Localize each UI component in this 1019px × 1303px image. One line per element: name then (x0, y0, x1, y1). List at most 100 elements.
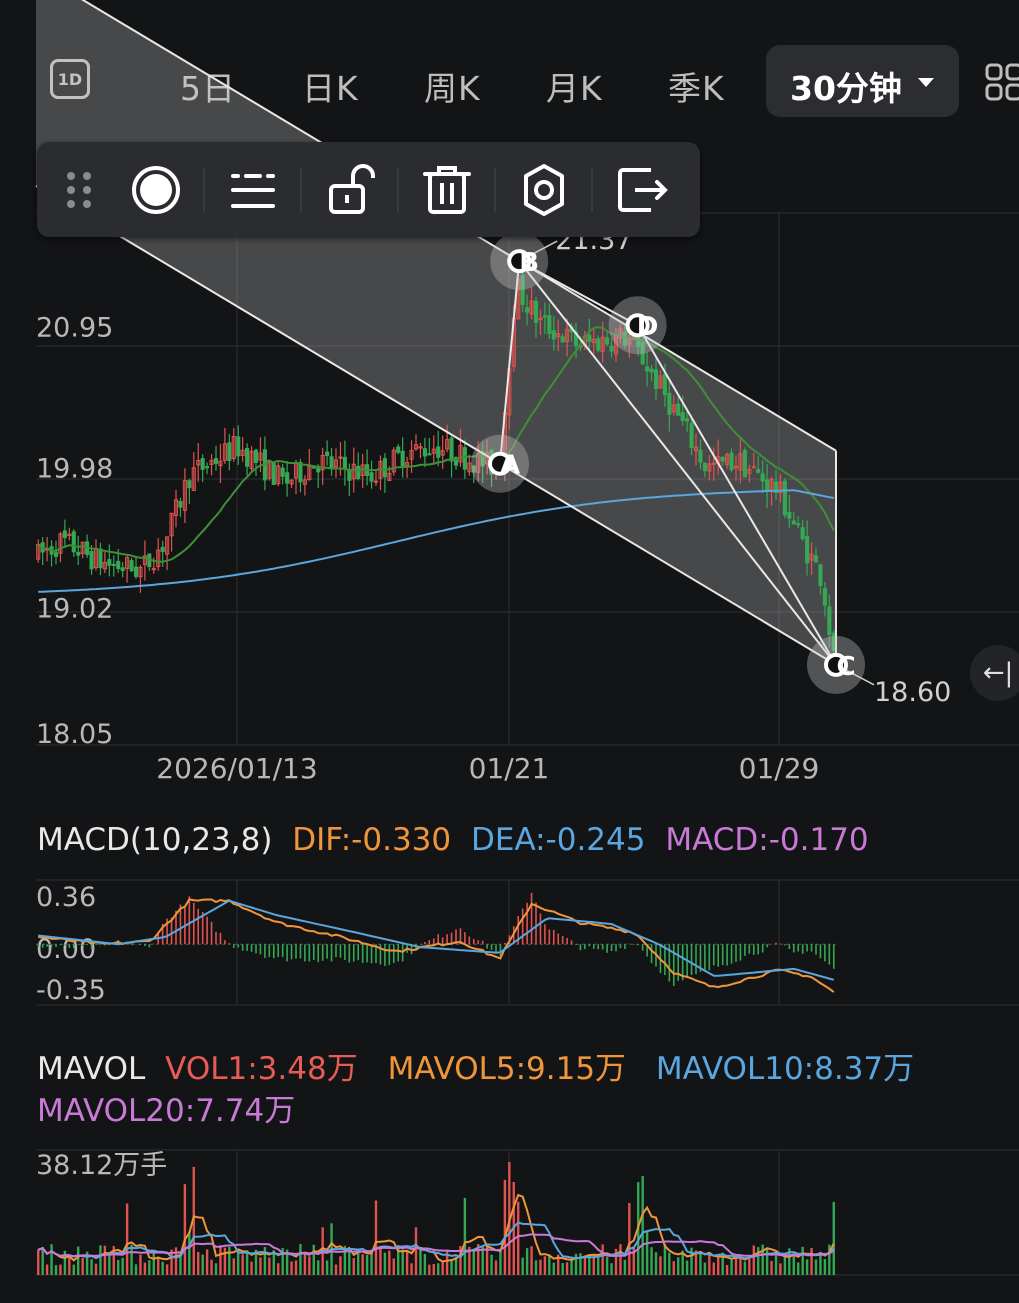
toolbar-divider (203, 168, 205, 212)
candle-body (813, 555, 819, 563)
price-annotation-low: 18.60 (874, 677, 951, 708)
candle-body (462, 447, 467, 470)
candle-body (782, 480, 787, 516)
candle-body (285, 472, 290, 484)
candle-body (245, 447, 250, 467)
candle-body (271, 462, 276, 485)
candle-body (53, 552, 59, 557)
point-label: D (637, 312, 659, 342)
record-icon[interactable] (126, 160, 186, 220)
candle-body (805, 535, 810, 564)
candle-body (342, 456, 347, 470)
candle-body (89, 550, 94, 570)
candle-body (107, 559, 112, 566)
candle-body (551, 330, 556, 340)
point-label: A (500, 451, 520, 481)
candle-body (236, 436, 241, 457)
drawing-channel[interactable] (36, 0, 836, 665)
candle-body (689, 422, 694, 448)
macd-legend: MACD(10,23,8) DIF:-0.330 DEA:-0.245 MACD… (37, 822, 879, 858)
volume-pane: 38.12万手 (36, 1150, 835, 1275)
candle-body (76, 551, 81, 556)
candle-body (756, 468, 761, 473)
candle-body (645, 366, 650, 372)
collapse-arrow-icon[interactable]: ←| (970, 645, 1019, 701)
candle-body (800, 527, 805, 540)
candle-body (702, 462, 707, 472)
channel-fill (36, 0, 836, 665)
candle-body (382, 458, 387, 478)
time-axis: 2026/01/13 01/21 01/29 (156, 752, 819, 785)
trash-icon[interactable] (417, 160, 477, 220)
candle-body (822, 587, 827, 606)
candle-body (676, 403, 681, 416)
candle-body (356, 465, 361, 480)
candle-body (653, 369, 659, 390)
candle-body (449, 437, 454, 462)
candle-body (609, 345, 614, 352)
candle-body (533, 300, 539, 323)
toolbar-divider (300, 168, 302, 212)
candle-body (587, 334, 592, 342)
candle-body (62, 530, 67, 539)
price-axis: 20.95 19.98 19.02 18.05 (36, 312, 113, 750)
macd-value: MACD:-0.170 (665, 822, 869, 858)
candle-body (213, 458, 219, 464)
candle-body (436, 446, 441, 458)
candle-body (547, 315, 552, 334)
candle-body (369, 472, 374, 482)
candle-body (720, 456, 725, 462)
dea-value: DEA:-0.245 (470, 822, 646, 858)
candle-body (427, 453, 432, 456)
candle-body (525, 307, 530, 313)
candle-body (133, 566, 139, 577)
candle-body (729, 452, 734, 471)
candle-body (649, 368, 654, 373)
candle-body (765, 479, 770, 492)
candle-body (680, 412, 685, 421)
candle-body (316, 467, 321, 473)
exit-icon[interactable] (611, 160, 671, 220)
price-tick-label: 20.95 (36, 312, 113, 343)
candle-body (560, 336, 565, 343)
mavol-title: MAVOL (37, 1051, 146, 1087)
vol1-value: VOL1:3.48万 (165, 1051, 358, 1087)
candle-body (605, 337, 610, 345)
candle-body (791, 520, 796, 525)
candle-body (662, 373, 667, 396)
time-tick-label: 2026/01/13 (156, 752, 317, 785)
candle-body (685, 418, 690, 422)
macd-tick-label: 0.36 (36, 882, 96, 913)
mavol5-value: MAVOL5:9.15万 (387, 1051, 627, 1087)
mavol10-value: MAVOL10:8.37万 (655, 1051, 915, 1087)
volume-legend: MAVOL VOL1:3.48万 MAVOL5:9.15万 MAVOL10:8.… (37, 1048, 997, 1132)
candle-body (129, 560, 134, 572)
candle-body (160, 546, 165, 552)
time-tick-label: 01/29 (739, 752, 820, 785)
gear-icon[interactable] (514, 160, 574, 220)
toolbar-divider (397, 168, 399, 212)
candle-body (760, 473, 765, 482)
candle-body (396, 446, 401, 453)
candle-body (120, 567, 125, 572)
toolbar-divider (494, 168, 496, 212)
candle-body (253, 449, 259, 463)
candle-body (422, 448, 427, 457)
line-style-icon[interactable] (223, 160, 283, 220)
candle-body (187, 480, 192, 489)
price-tick-label: 19.98 (36, 454, 113, 485)
candle-body (818, 564, 823, 587)
candle-body (667, 392, 672, 415)
mavol20-value: MAVOL20:7.74万 (37, 1093, 296, 1129)
drag-handle-icon[interactable] (49, 160, 109, 220)
toolbar-divider (591, 168, 593, 212)
candle-body (116, 560, 121, 570)
candle-body (596, 338, 601, 351)
candle-body (71, 531, 76, 553)
candle-body (178, 501, 183, 508)
candle-body (200, 458, 205, 470)
candle-body (111, 563, 116, 567)
candle-body (329, 456, 334, 468)
unlock-icon[interactable] (320, 160, 380, 220)
candle-body (280, 467, 285, 477)
